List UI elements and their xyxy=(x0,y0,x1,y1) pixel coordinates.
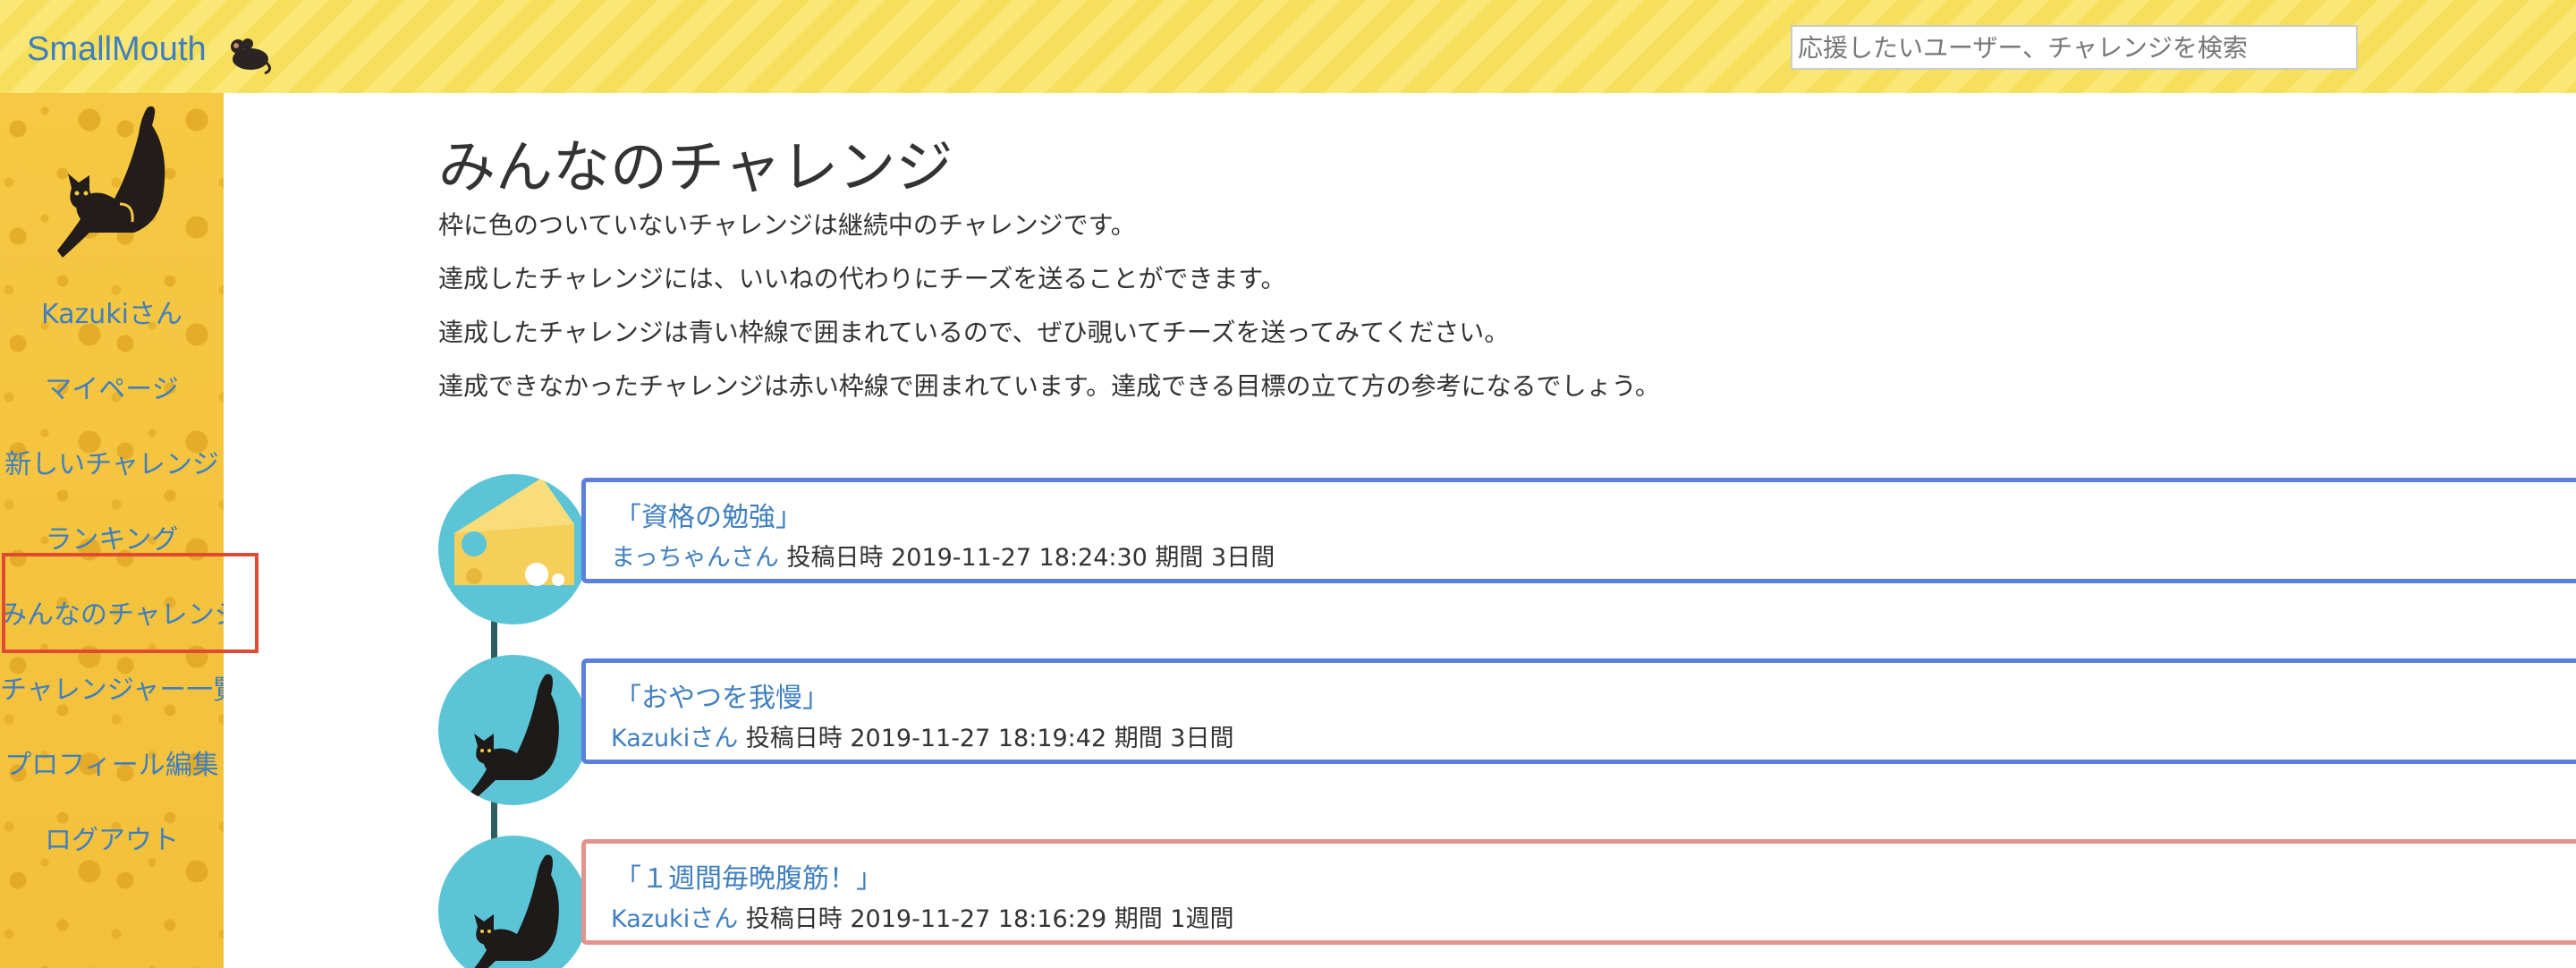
search-input[interactable] xyxy=(1791,25,2358,70)
challenge-card[interactable]: 「資格の勉強」 まっちゃんさん 投稿日時 2019-11-27 18:24:30… xyxy=(581,478,2576,583)
challenge-meta: 投稿日時 2019-11-27 18:24:30 期間 3日間 xyxy=(786,544,1275,572)
cat-icon xyxy=(469,674,559,800)
description-line: 枠に色のついていないチャレンジは継続中のチャレンジです。 xyxy=(438,210,1136,240)
challenge-title[interactable]: 「資格の勉強」 xyxy=(614,495,802,534)
challenge-meta-row: まっちゃんさん 投稿日時 2019-11-27 18:24:30 期間 3日間 xyxy=(611,538,1275,573)
sidebar-item-logout[interactable]: ログアウト xyxy=(0,818,224,857)
challenge-user-link[interactable]: Kazukiさん xyxy=(611,905,738,933)
sidebar-item-edit-profile[interactable]: プロフィール編集 xyxy=(0,743,224,782)
sidebar-item-user[interactable]: Kazukiさん xyxy=(0,292,224,331)
challenge-title[interactable]: 「１週間毎晩腹筋！」 xyxy=(614,856,883,896)
challenge-user-link[interactable]: Kazukiさん xyxy=(611,725,738,752)
challenge-avatar[interactable] xyxy=(438,655,589,805)
description-line: 達成したチャレンジには、いいねの代わりにチーズを送ることができます。 xyxy=(438,264,1286,293)
cat-icon xyxy=(474,854,559,968)
description-line: 達成したチャレンジは青い枠線で囲まれているので、ぜひ覗いてチーズを送ってみてくだ… xyxy=(438,318,1510,347)
cheese-icon xyxy=(454,478,574,586)
challenge-meta: 投稿日時 2019-11-27 18:16:29 期間 1週間 xyxy=(745,905,1234,933)
header-bar: SmallMouth xyxy=(0,0,2576,93)
challenge-meta: 投稿日時 2019-11-27 18:19:42 期間 3日間 xyxy=(745,725,1234,752)
mouse-icon xyxy=(231,38,271,75)
challenge-avatar[interactable] xyxy=(438,836,589,968)
challenge-meta-row: Kazukiさん 投稿日時 2019-11-27 18:16:29 期間 1週間 xyxy=(611,899,1233,934)
sidebar-item-challengers[interactable]: チャレンジャー一覧 xyxy=(0,667,224,707)
sidebar-item-new-challenge[interactable]: 新しいチャレンジ xyxy=(0,442,224,481)
challenge-card[interactable]: 「１週間毎晩腹筋！」 Kazukiさん 投稿日時 2019-11-27 18:1… xyxy=(581,839,2576,945)
challenge-card[interactable]: 「おやつを我慢」 Kazukiさん 投稿日時 2019-11-27 18:19:… xyxy=(581,658,2576,764)
stretching-cat-icon xyxy=(57,106,165,258)
challenge-title[interactable]: 「おやつを我慢」 xyxy=(614,675,829,715)
sidebar-item-ranking[interactable]: ランキング xyxy=(0,517,224,556)
page-title: みんなのチャレンジ xyxy=(438,135,953,201)
challenge-user-link[interactable]: まっちゃんさん xyxy=(611,544,779,572)
sidebar: Kazukiさん マイページ 新しいチャレンジ ランキング みんなのチャレンジ … xyxy=(0,93,224,968)
active-item-highlight xyxy=(2,553,258,653)
challenge-meta-row: Kazukiさん 投稿日時 2019-11-27 18:19:42 期間 3日間 xyxy=(611,718,1233,753)
description-line: 達成できなかったチャレンジは赤い枠線で囲まれています。達成できる目標の立て方の参… xyxy=(438,371,1660,401)
challenge-avatar[interactable] xyxy=(438,474,589,624)
brand-link[interactable]: SmallMouth xyxy=(27,30,207,69)
sidebar-item-mypage[interactable]: マイページ xyxy=(0,367,224,406)
